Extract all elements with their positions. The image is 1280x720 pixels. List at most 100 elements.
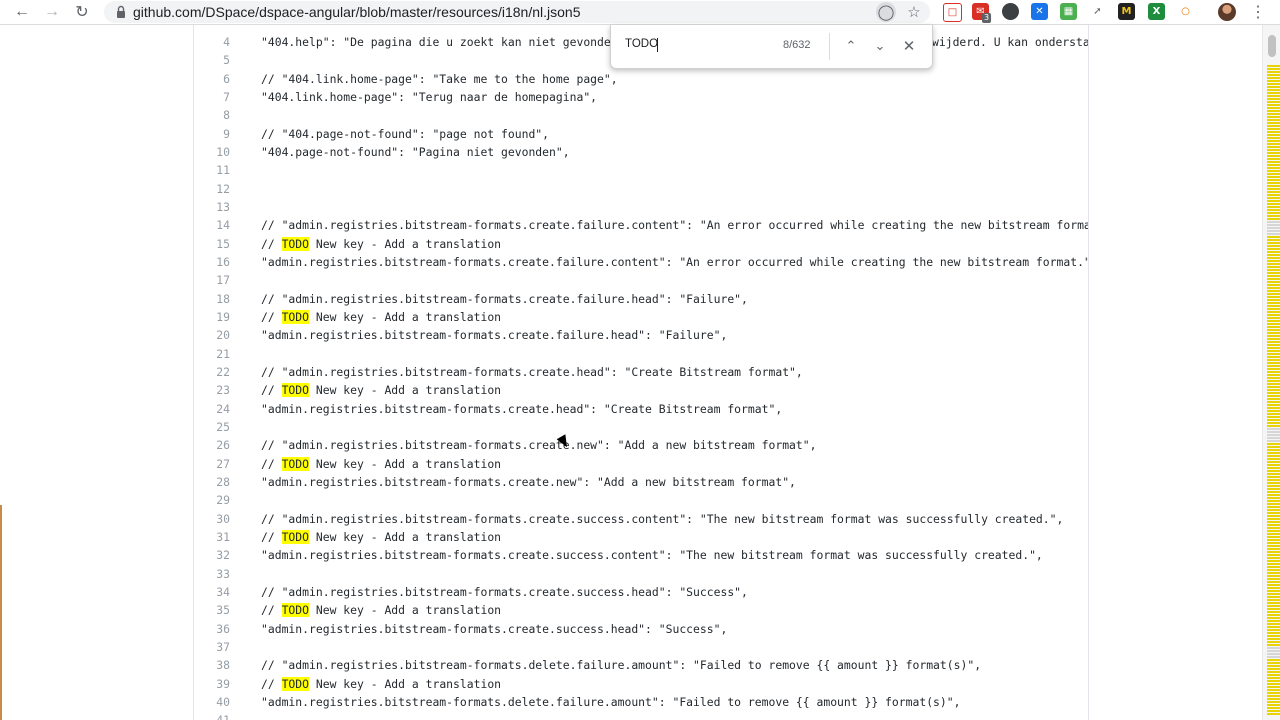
line-number[interactable]: 7 [194, 88, 230, 106]
find-result-marker [1267, 203, 1280, 205]
find-result-marker [1267, 620, 1280, 622]
line-number[interactable]: 24 [194, 400, 230, 418]
line-number[interactable]: 4 [194, 33, 230, 51]
line-number[interactable]: 9 [194, 125, 230, 143]
find-result-marker [1267, 269, 1280, 271]
line-number[interactable]: 41 [194, 711, 230, 720]
line-number[interactable]: 11 [194, 161, 230, 179]
code-text: // TODO New key - Add a translation [261, 528, 501, 546]
line-number[interactable]: 31 [194, 528, 230, 546]
line-number[interactable]: 35 [194, 601, 230, 619]
address-bar[interactable]: github.com/DSpace/dspace-angular/blob/ma… [104, 1, 930, 23]
line-number[interactable]: 34 [194, 583, 230, 601]
search-page-icon[interactable]: ◯ [876, 2, 896, 22]
search-match-highlight: TODO [281, 236, 310, 251]
code-text: "404.link.home-page": "Terug naar de hom… [261, 88, 597, 106]
find-result-marker [1267, 425, 1280, 427]
line-number[interactable]: 20 [194, 326, 230, 344]
find-result-marker [1267, 626, 1280, 628]
find-result-marker [1267, 152, 1280, 154]
find-result-marker [1267, 650, 1280, 652]
line-number[interactable]: 19 [194, 308, 230, 326]
line-number[interactable]: 16 [194, 253, 230, 271]
reload-icon[interactable]: ↻ [72, 2, 92, 22]
line-number[interactable]: 23 [194, 381, 230, 399]
line-number[interactable]: 30 [194, 510, 230, 528]
find-result-marker [1267, 449, 1280, 451]
more-menu-icon[interactable]: ⋮ [1248, 1, 1268, 23]
find-result-marker [1267, 599, 1280, 601]
line-number[interactable]: 12 [194, 180, 230, 198]
find-result-marker [1267, 371, 1280, 373]
line-number[interactable]: 28 [194, 473, 230, 491]
code-text: // "admin.registries.bitstream-formats.c… [261, 510, 1063, 528]
line-number[interactable]: 21 [194, 345, 230, 363]
code-segment: "admin.registries.bitstream-formats.crea… [261, 621, 728, 636]
line-number[interactable]: 22 [194, 363, 230, 381]
line-number[interactable]: 36 [194, 620, 230, 638]
find-result-marker [1267, 482, 1280, 484]
find-result-marker [1267, 191, 1280, 193]
scrollbar[interactable] [1262, 25, 1280, 720]
url-text[interactable]: github.com/DSpace/dspace-angular/blob/ma… [133, 4, 580, 20]
lightbulb-extension-icon[interactable]: ○ [1177, 3, 1194, 20]
line-number[interactable]: 27 [194, 455, 230, 473]
find-result-marker [1267, 398, 1280, 400]
blue-extension-icon[interactable]: ✕ [1031, 3, 1048, 20]
find-previous-icon[interactable]: ⌃ [841, 36, 861, 56]
code-text: // TODO New key - Add a translation [261, 455, 501, 473]
find-result-marker [1267, 569, 1280, 571]
find-result-marker [1267, 623, 1280, 625]
line-number[interactable]: 15 [194, 235, 230, 253]
find-result-marker [1267, 230, 1280, 232]
scrollbar-thumb[interactable] [1268, 35, 1276, 57]
find-result-marker [1267, 530, 1280, 532]
code-line: 18 // "admin.registries.bitstream-formats… [194, 290, 1088, 308]
profile-avatar[interactable] [1218, 3, 1236, 21]
bookmark-star-icon[interactable]: ☆ [904, 2, 924, 22]
line-number[interactable]: 26 [194, 436, 230, 454]
line-number[interactable]: 37 [194, 638, 230, 656]
line-number[interactable]: 8 [194, 106, 230, 124]
find-result-marker [1267, 662, 1280, 664]
x-extension-icon[interactable]: X [1148, 3, 1165, 20]
find-result-marker [1267, 119, 1280, 121]
line-number[interactable]: 18 [194, 290, 230, 308]
line-number[interactable]: 13 [194, 198, 230, 216]
code-line: 24 "admin.registries.bitstream-formats.cr… [194, 400, 1088, 418]
line-number[interactable]: 25 [194, 418, 230, 436]
forward-arrow-icon[interactable]: → [42, 2, 62, 22]
pen-extension-icon[interactable]: ➚ [1089, 3, 1106, 20]
line-number[interactable]: 6 [194, 70, 230, 88]
line-number[interactable]: 17 [194, 271, 230, 289]
code-text: "admin.registries.bitstream-formats.crea… [261, 253, 1088, 271]
line-number[interactable]: 5 [194, 51, 230, 69]
m-extension-icon[interactable]: M [1118, 3, 1135, 20]
find-input[interactable]: TODO [625, 38, 658, 50]
code-line: 31 // TODO New key - Add a translation [194, 528, 1088, 546]
line-number[interactable]: 14 [194, 216, 230, 234]
circle-extension-icon[interactable] [1002, 3, 1019, 20]
back-arrow-icon[interactable]: ← [12, 2, 32, 22]
line-number[interactable]: 33 [194, 565, 230, 583]
code-segment: // "admin.registries.bitstream-formats.c… [261, 511, 1064, 526]
find-result-marker [1267, 350, 1280, 352]
extension-icon[interactable]: □ [943, 3, 962, 22]
code-segment: "admin.registries.bitstream-formats.dele… [261, 694, 961, 709]
find-result-marker [1267, 113, 1280, 115]
line-number[interactable]: 38 [194, 656, 230, 674]
code-segment: "admin.registries.bitstream-formats.crea… [261, 401, 783, 416]
grid-extension-icon[interactable]: ▦ [1060, 3, 1077, 20]
find-result-marker [1267, 389, 1280, 391]
find-result-marker [1267, 440, 1280, 442]
line-number[interactable]: 40 [194, 693, 230, 711]
find-result-marker [1267, 611, 1280, 613]
find-close-icon[interactable]: ✕ [899, 36, 919, 56]
line-number[interactable]: 32 [194, 546, 230, 564]
line-number[interactable]: 39 [194, 675, 230, 693]
find-next-icon[interactable]: ⌄ [870, 36, 890, 56]
find-result-marker [1267, 227, 1280, 229]
line-number[interactable]: 29 [194, 491, 230, 509]
find-result-marker [1267, 659, 1280, 661]
line-number[interactable]: 10 [194, 143, 230, 161]
